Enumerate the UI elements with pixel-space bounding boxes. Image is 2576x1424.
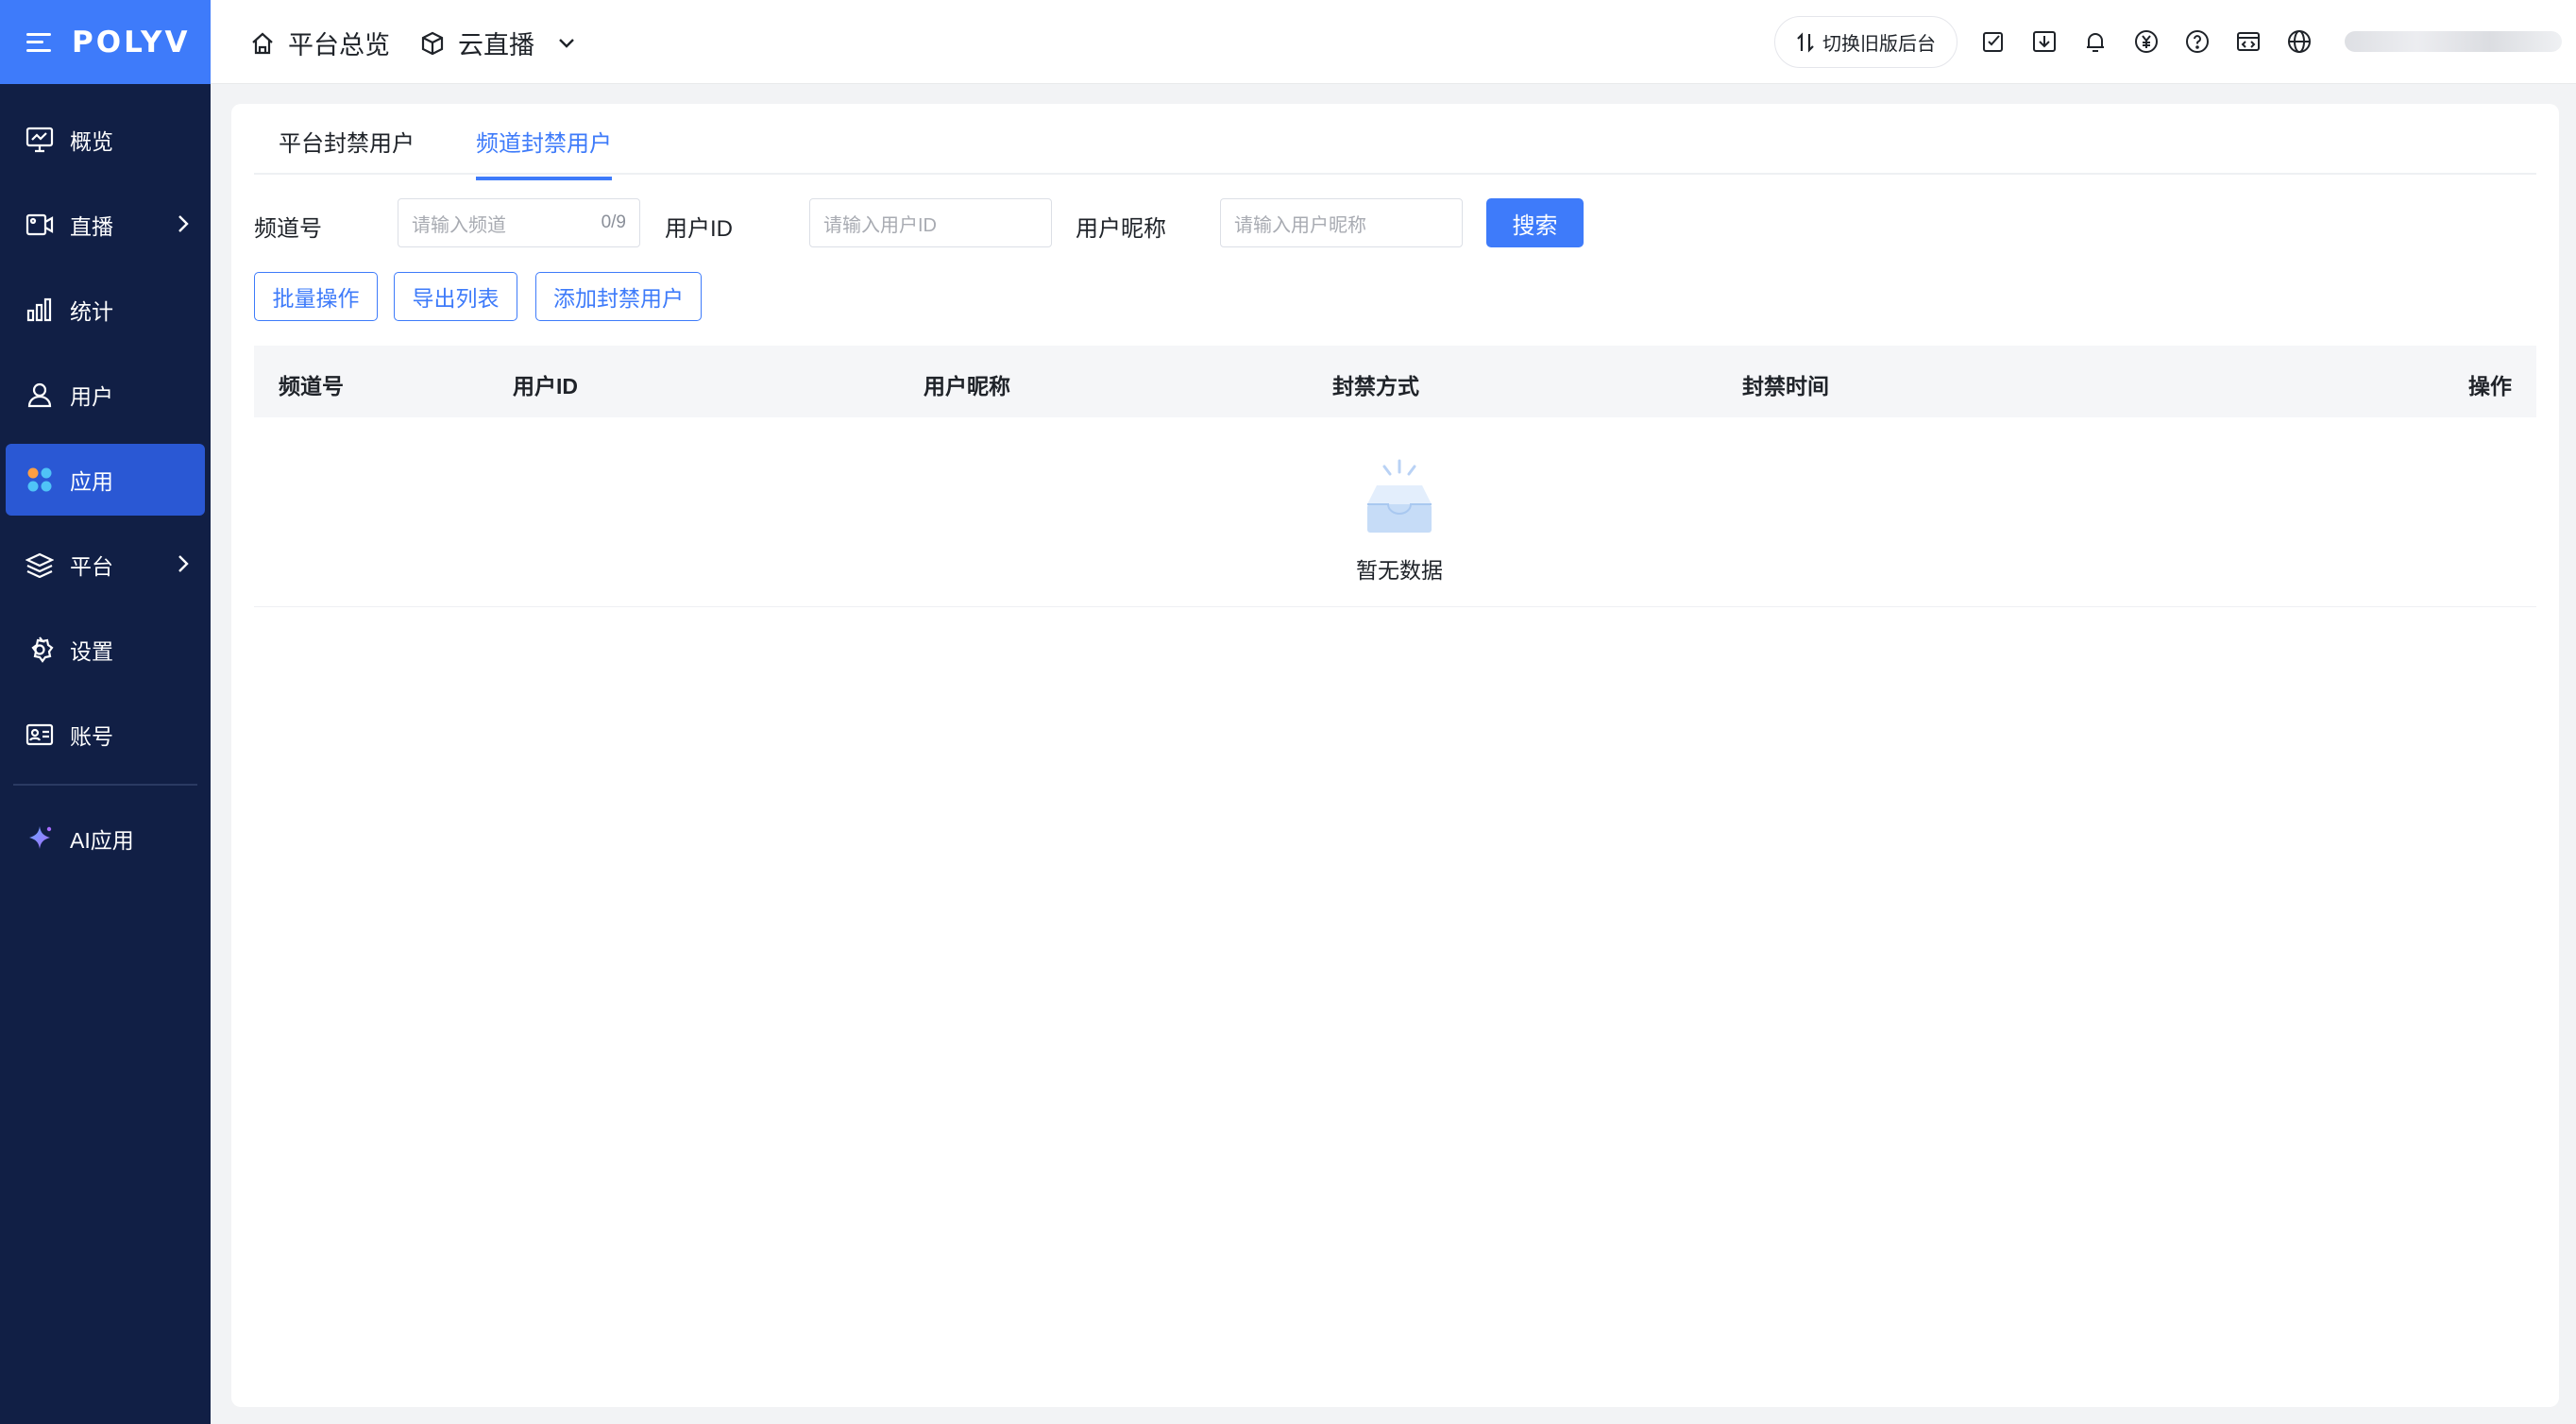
product-switcher[interactable]: 云直播	[418, 25, 576, 61]
top-header: 平台总览 云直播 切换旧版后台	[211, 0, 2576, 84]
help-icon[interactable]	[2182, 26, 2212, 57]
empty-inbox-icon	[1352, 457, 1447, 547]
column-header-channel: 频道号	[279, 374, 344, 398]
monitor-chart-icon	[25, 125, 55, 155]
sidebar-item-overview[interactable]: 概览	[6, 104, 205, 176]
channel-filter-label: 频道号	[254, 216, 322, 242]
sidebar-item-ai-apps[interactable]: AI应用	[6, 803, 205, 874]
chevron-down-icon	[557, 37, 576, 50]
sidebar-item-label: AI应用	[70, 828, 134, 853]
userid-input[interactable]: 请输入用户ID	[809, 198, 1052, 247]
column-header-nickname: 用户昵称	[924, 374, 1010, 398]
sidebar-item-statistics[interactable]: 统计	[6, 274, 205, 346]
sidebar-item-label: 设置	[70, 639, 113, 664]
column-header-user-id: 用户ID	[513, 374, 578, 398]
tab-platform-banned-users[interactable]: 平台封禁用户	[279, 125, 415, 177]
code-window-icon[interactable]	[2233, 26, 2263, 57]
nickname-filter-label: 用户昵称	[1076, 216, 1166, 242]
chevron-right-icon	[177, 213, 190, 240]
switch-old-version-label: 切换旧版后台	[1822, 34, 1936, 55]
column-header-actions: 操作	[2468, 374, 2512, 398]
breadcrumb-home-label: 平台总览	[288, 31, 390, 59]
bell-icon[interactable]	[2080, 26, 2110, 57]
tab-bar: 平台封禁用户 频道封禁用户	[254, 104, 2536, 180]
sidebar-item-label: 用户	[70, 384, 113, 409]
sidebar: POLYV 概览 直播 统计 用户 应用 平台 设置 账号 AI应用	[0, 0, 211, 1424]
chevron-right-icon	[177, 553, 190, 580]
menu-toggle-icon[interactable]	[26, 32, 51, 52]
channel-char-count: 0/9	[601, 212, 626, 232]
export-list-button[interactable]: 导出列表	[394, 272, 517, 321]
sidebar-item-account[interactable]: 账号	[6, 699, 205, 771]
sidebar-item-apps[interactable]: 应用	[6, 444, 205, 516]
sparkle-icon	[25, 823, 55, 854]
main-panel: 平台封禁用户 频道封禁用户 频道号 请输入频道 0/9 用户ID 请输入用户ID…	[231, 104, 2559, 1407]
sidebar-item-settings[interactable]: 设置	[6, 614, 205, 686]
add-banned-user-button[interactable]: 添加封禁用户	[535, 272, 702, 321]
gear-icon	[25, 635, 55, 665]
checklist-icon[interactable]	[1978, 26, 2008, 57]
column-header-ban-time: 封禁时间	[1742, 374, 1829, 398]
logo[interactable]: POLYV	[72, 25, 190, 59]
search-button[interactable]: 搜索	[1486, 198, 1584, 247]
yuan-icon[interactable]	[2131, 26, 2161, 57]
sidebar-item-label: 账号	[70, 724, 113, 749]
sidebar-item-label: 直播	[70, 214, 113, 239]
sidebar-item-label: 平台	[70, 554, 113, 579]
cube-icon	[418, 29, 447, 58]
sidebar-divider	[13, 784, 197, 786]
nickname-input[interactable]: 请输入用户昵称	[1220, 198, 1463, 247]
nickname-input-placeholder: 请输入用户昵称	[1234, 214, 1366, 236]
switch-old-version-button[interactable]: 切换旧版后台	[1774, 16, 1957, 68]
apps-grid-icon	[25, 465, 55, 495]
video-camera-icon	[25, 210, 55, 240]
tab-channel-banned-users[interactable]: 频道封禁用户	[476, 125, 612, 180]
column-header-ban-method: 封禁方式	[1332, 374, 1419, 398]
sidebar-item-label: 应用	[70, 469, 113, 494]
table-header: 频道号 用户ID 用户昵称 封禁方式 封禁时间 操作	[254, 346, 2536, 417]
sidebar-item-label: 概览	[70, 129, 113, 154]
sidebar-nav: 概览 直播 统计 用户 应用 平台 设置 账号 AI应用	[0, 104, 211, 888]
user-account-menu[interactable]	[2345, 31, 2562, 52]
bar-chart-icon	[25, 295, 55, 325]
home-icon	[248, 29, 277, 58]
user-icon	[25, 380, 55, 410]
product-label: 云直播	[458, 31, 534, 59]
userid-input-placeholder: 请输入用户ID	[823, 214, 937, 236]
batch-operation-button[interactable]: 批量操作	[254, 272, 378, 321]
swap-arrows-icon	[1796, 31, 1815, 53]
channel-input[interactable]: 请输入频道 0/9	[398, 198, 640, 247]
userid-filter-label: 用户ID	[665, 216, 733, 242]
globe-icon[interactable]	[2284, 26, 2314, 57]
id-card-icon	[25, 720, 55, 750]
sidebar-item-label: 统计	[70, 299, 113, 324]
breadcrumb-home[interactable]: 平台总览	[248, 25, 390, 61]
sidebar-item-users[interactable]: 用户	[6, 359, 205, 431]
empty-state-text: 暂无数据	[1356, 558, 1443, 583]
logo-bar: POLYV	[0, 0, 211, 84]
channel-input-placeholder: 请输入频道	[412, 214, 506, 236]
layers-icon	[25, 550, 55, 580]
download-icon[interactable]	[2029, 26, 2059, 57]
table-bottom-divider	[254, 606, 2536, 607]
sidebar-item-platform[interactable]: 平台	[6, 529, 205, 601]
sidebar-item-live[interactable]: 直播	[6, 189, 205, 261]
